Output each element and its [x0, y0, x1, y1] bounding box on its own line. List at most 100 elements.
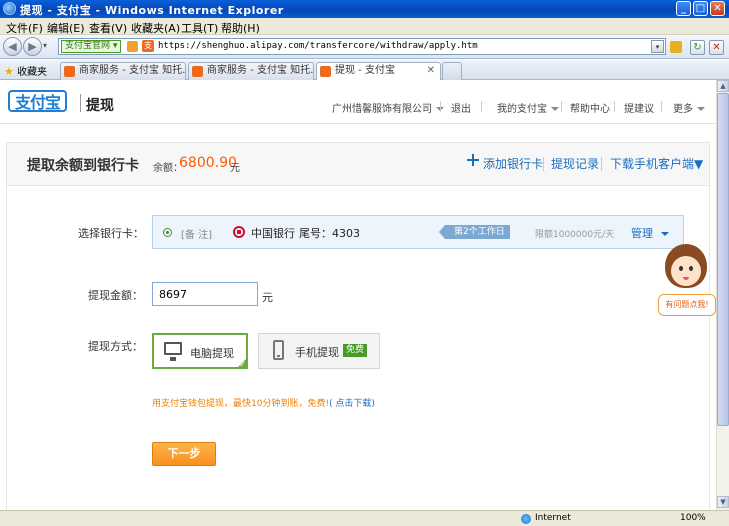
- panel-title: 提取余额到银行卡: [27, 158, 139, 174]
- nav-divider: [614, 101, 615, 112]
- certificate-icon[interactable]: [127, 41, 138, 52]
- arrival-time-badge: 第2个工作日: [439, 225, 510, 239]
- url-dropdown-icon[interactable]: ▾: [651, 40, 664, 53]
- globe-icon: [521, 514, 531, 524]
- window-titlebar: 提现 - 支付宝 - Windows Internet Explorer _ □…: [0, 0, 729, 18]
- logo-divider: [80, 94, 81, 112]
- suggest-link[interactable]: 提建议: [624, 100, 654, 115]
- ie-logo-icon: [3, 2, 16, 15]
- method-label: 提现方式：: [88, 340, 143, 353]
- bank-name: 中国银行: [251, 227, 295, 240]
- card-label: 选择银行卡：: [78, 227, 144, 240]
- amount-label: 提现金额：: [88, 289, 143, 302]
- close-button[interactable]: ✕: [710, 1, 725, 16]
- download-wallet-link[interactable]: ( 点击下载): [329, 399, 375, 409]
- radio-selected-icon[interactable]: [163, 228, 172, 237]
- zone-text: Internet: [535, 513, 571, 523]
- more-menu[interactable]: 更多: [673, 100, 705, 115]
- withdraw-records-link[interactable]: 提现记录: [551, 155, 599, 172]
- chevron-down-icon: [697, 107, 705, 111]
- back-button[interactable]: ◀: [3, 37, 22, 56]
- menu-help[interactable]: 帮助(H): [221, 20, 260, 36]
- url-box[interactable]: 支付宝官网 ▾ 支 https://shenghuo.alipay.com/tr…: [58, 38, 666, 55]
- menu-bar: 文件(F) 编辑(E) 查看(V) 收藏夹(A) 工具(T) 帮助(H): [0, 18, 729, 35]
- url-text[interactable]: https://shenghuo.alipay.com/transfercore…: [158, 41, 478, 51]
- tab-bar: ★ 收藏夹 商家服务 - 支付宝 知托… 商家服务 - 支付宝 知托… 提现 -…: [0, 60, 729, 80]
- new-tab-button[interactable]: [442, 62, 462, 80]
- window-title: 提现 - 支付宝 - Windows Internet Explorer: [20, 4, 284, 17]
- method-mobile-label: 手机提现: [295, 346, 339, 359]
- menu-tools[interactable]: 工具(T): [181, 20, 218, 36]
- check-icon: ✓: [239, 360, 246, 369]
- alipay-favicon-icon: [64, 66, 75, 77]
- bank-card-option[interactable]: [备 注] 中国银行 尾号：4303 第2个工作日 限额1000000元/天 管…: [152, 215, 684, 249]
- amount-input[interactable]: [152, 282, 258, 306]
- my-alipay-menu[interactable]: 我的支付宝: [497, 100, 559, 115]
- history-dropdown-icon[interactable]: ▾: [43, 41, 47, 50]
- page-viewport: 支付宝 提现 广州惜馨服饰有限公司 退出 我的支付宝 帮助中心 提建议 更多 提…: [0, 80, 716, 510]
- scroll-thumb[interactable]: [717, 93, 729, 426]
- menu-edit[interactable]: 编辑(E): [47, 20, 85, 36]
- remark-link[interactable]: [备 注]: [181, 226, 212, 241]
- amount-unit: 元: [262, 291, 273, 304]
- add-bank-card-link[interactable]: 添加银行卡: [483, 155, 543, 172]
- nav-divider: [561, 101, 562, 112]
- alipay-favicon-icon: 支: [142, 40, 154, 52]
- nav-divider: [440, 101, 441, 112]
- stop-button[interactable]: ✕: [709, 40, 724, 55]
- menu-file[interactable]: 文件(F): [6, 20, 43, 36]
- favorites-button[interactable]: ★ 收藏夹: [4, 63, 47, 78]
- logout-link[interactable]: 退出: [451, 100, 471, 115]
- nav-divider: [661, 101, 662, 112]
- monitor-icon: [164, 342, 182, 361]
- menu-view[interactable]: 查看(V): [89, 20, 127, 36]
- status-bar: Internet 100%: [0, 510, 729, 526]
- forward-button[interactable]: ▶: [23, 37, 42, 56]
- method-pc-label: 电脑提现: [190, 347, 234, 360]
- minimize-button[interactable]: _: [676, 1, 691, 16]
- alipay-favicon-icon: [320, 66, 331, 77]
- chevron-down-icon: [661, 232, 669, 236]
- address-bar: ◀ ▶ ▾ 支付宝官网 ▾ 支 https://shenghuo.alipay.…: [0, 35, 729, 59]
- balance-unit: 元: [230, 163, 240, 174]
- maximize-button[interactable]: □: [693, 1, 708, 16]
- method-mobile-option[interactable]: 手机提现 免费: [258, 333, 380, 369]
- nav-divider: [481, 101, 482, 112]
- vertical-scrollbar[interactable]: ▲ ▼: [716, 80, 729, 510]
- lock-icon[interactable]: [670, 41, 682, 53]
- limit-text: 限额1000000元/天: [535, 230, 615, 240]
- alipay-logo[interactable]: 支付宝: [8, 90, 68, 112]
- method-pc-option[interactable]: 电脑提现 ✓: [152, 333, 248, 369]
- tab-withdraw[interactable]: 提现 - 支付宝 ✕: [316, 62, 441, 80]
- header-divider: [601, 157, 602, 171]
- plus-icon[interactable]: [467, 154, 479, 166]
- star-icon: ★: [4, 65, 14, 78]
- wallet-promo: 用支付宝钱包提现，最快10分钟到账，免费!( 点击下载): [152, 399, 375, 409]
- phone-icon: [273, 340, 284, 360]
- scroll-up-icon[interactable]: ▲: [717, 80, 729, 92]
- company-menu[interactable]: 广州惜馨服饰有限公司: [332, 100, 444, 115]
- chevron-down-icon: [551, 107, 559, 111]
- download-client-link[interactable]: 下载手机客户端▼: [610, 155, 703, 172]
- refresh-button[interactable]: ↻: [690, 40, 705, 55]
- tab-close-icon[interactable]: ✕: [427, 63, 435, 79]
- menu-favorites[interactable]: 收藏夹(A): [131, 20, 180, 36]
- site-header: 支付宝 提现 广州惜馨服饰有限公司 退出 我的支付宝 帮助中心 提建议 更多: [0, 80, 716, 124]
- withdraw-panel-header: 提取余额到银行卡 余额： 6800.90 元 添加银行卡 提现记录 下载手机客户…: [6, 142, 710, 186]
- header-divider: [543, 157, 544, 171]
- page-title: 提现: [86, 98, 114, 114]
- card-tail-number: 尾号：4303: [299, 227, 360, 240]
- help-center-link[interactable]: 帮助中心: [570, 100, 610, 115]
- free-badge: 免费: [343, 344, 368, 357]
- next-step-button[interactable]: 下一步: [152, 442, 216, 466]
- help-bubble[interactable]: 有问题点我!: [658, 294, 716, 316]
- help-widget[interactable]: 有问题点我!: [656, 244, 716, 322]
- tab-merchant-1[interactable]: 商家服务 - 支付宝 知托…: [60, 62, 186, 80]
- alipay-favicon-icon: [192, 66, 203, 77]
- site-badge[interactable]: 支付宝官网 ▾: [61, 40, 122, 53]
- scroll-down-icon[interactable]: ▼: [717, 496, 729, 508]
- zoom-level[interactable]: 100%: [680, 513, 706, 523]
- manage-menu[interactable]: 管理: [631, 225, 669, 241]
- tab-merchant-2[interactable]: 商家服务 - 支付宝 知托…: [188, 62, 314, 80]
- help-avatar[interactable]: [665, 244, 707, 288]
